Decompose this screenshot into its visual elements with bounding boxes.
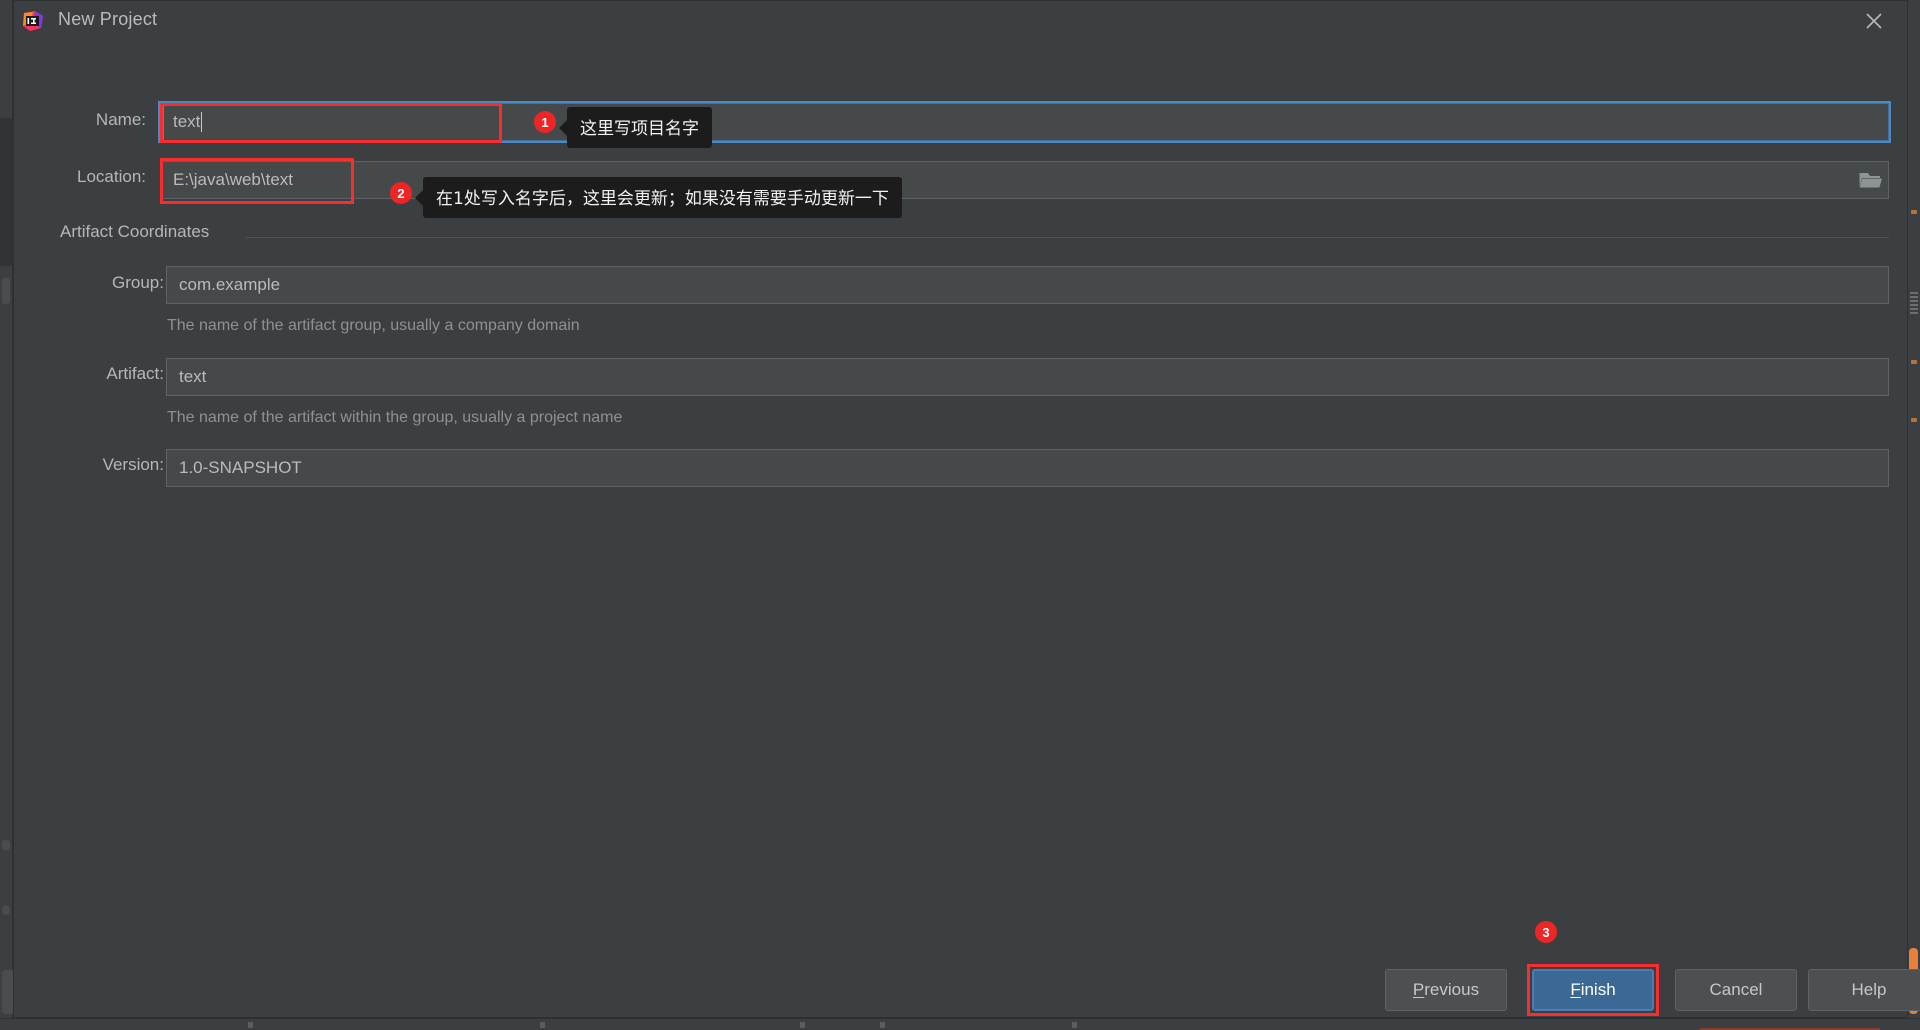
location-input-value: E:\java\web\text xyxy=(173,170,294,189)
dialog-titlebar: New Project xyxy=(14,1,1907,41)
annotation-tooltip-2: 在1处写入名字后，这里会更新；如果没有需要手动更新一下 xyxy=(423,177,902,218)
background-tick xyxy=(880,1022,885,1028)
folder-icon[interactable] xyxy=(1850,161,1892,199)
background-window-bottom-edge xyxy=(0,1018,1920,1030)
annotation-badge-1: 1 xyxy=(534,111,556,133)
version-input[interactable]: 1.0-SNAPSHOT xyxy=(166,449,1889,487)
finish-button[interactable]: Finish xyxy=(1532,969,1654,1011)
version-label: Version: xyxy=(102,455,164,474)
background-splitter-handle xyxy=(2,278,10,304)
background-marker xyxy=(1911,210,1917,214)
background-tick xyxy=(540,1022,545,1028)
focus-indicator xyxy=(161,104,164,140)
background-panel-segment xyxy=(0,118,13,266)
background-tick xyxy=(800,1022,805,1028)
intellij-idea-icon xyxy=(22,10,44,32)
previous-button[interactable]: Previous xyxy=(1385,969,1507,1011)
background-marker xyxy=(1911,360,1917,364)
annotation-badge-2: 2 xyxy=(390,182,412,204)
artifact-input-value: text xyxy=(179,367,207,386)
name-input-value: text xyxy=(173,112,201,131)
name-label: Name: xyxy=(95,110,146,129)
artifact-hint: The name of the artifact within the grou… xyxy=(167,409,623,426)
location-label: Location: xyxy=(77,167,146,186)
previous-mnemonic: P xyxy=(1412,980,1425,999)
background-tick xyxy=(1072,1022,1077,1028)
annotation-tooltip-1: 这里写项目名字 xyxy=(567,107,712,148)
version-input-value: 1.0-SNAPSHOT xyxy=(179,458,302,477)
cancel-button[interactable]: Cancel xyxy=(1675,969,1797,1011)
artifact-coordinates-section-title: Artifact Coordinates xyxy=(60,222,210,241)
background-tick xyxy=(248,1022,253,1028)
artifact-input[interactable]: text xyxy=(166,358,1889,396)
help-button[interactable]: Help xyxy=(1808,969,1920,1011)
dialog-title: New Project xyxy=(58,9,158,29)
group-label: Group: xyxy=(112,273,164,292)
dialog-footer: 3 Previous Finish Cancel Help xyxy=(14,879,1920,1017)
close-icon[interactable] xyxy=(1859,7,1889,35)
section-divider xyxy=(246,237,1889,238)
artifact-label: Artifact: xyxy=(106,364,164,383)
finish-button-label: Finish xyxy=(1570,980,1615,1000)
new-project-dialog: New Project Name: text 1 这里写项目名字 Locatio… xyxy=(13,0,1920,1018)
group-hint: The name of the artifact group, usually … xyxy=(167,317,580,334)
background-marker-dots xyxy=(1910,292,1918,314)
group-input-value: com.example xyxy=(179,275,281,294)
dialog-body: Name: text 1 这里写项目名字 Location: E:\java\w… xyxy=(14,41,1907,921)
background-dot-handle xyxy=(2,905,10,915)
background-splitter-handle xyxy=(2,840,10,850)
previous-rest: revious xyxy=(1424,980,1480,999)
finish-rest: inish xyxy=(1580,980,1616,999)
background-window-right-edge xyxy=(1908,0,1920,1030)
previous-button-label: Previous xyxy=(1413,980,1479,1000)
group-input[interactable]: com.example xyxy=(166,266,1889,304)
finish-mnemonic: F xyxy=(1570,980,1581,999)
name-input[interactable]: text xyxy=(160,103,1889,141)
background-marker xyxy=(1911,418,1917,422)
background-window-left-edge xyxy=(0,0,13,1030)
annotation-badge-3: 3 xyxy=(1535,921,1557,943)
text-caret xyxy=(201,112,203,132)
